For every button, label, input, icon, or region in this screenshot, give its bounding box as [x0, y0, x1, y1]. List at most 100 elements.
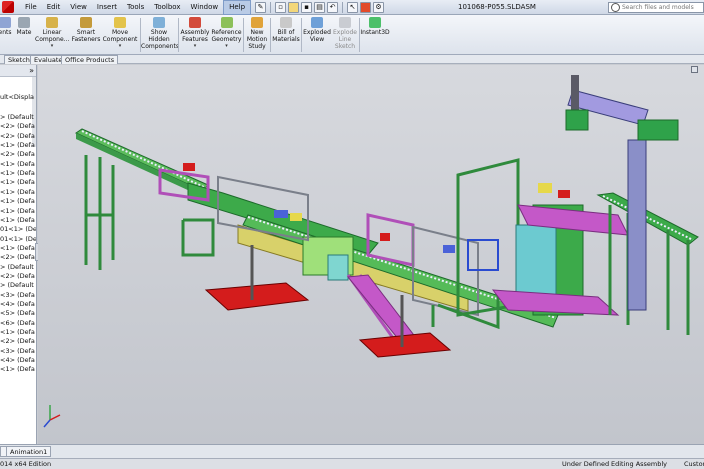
- menu-view[interactable]: View: [65, 0, 92, 15]
- red-tray-left: [204, 282, 310, 311]
- components-button[interactable]: ents: [0, 17, 13, 36]
- graphics-area[interactable]: [38, 65, 704, 444]
- main-menu: File Edit View Insert Tools Toolbox Wind…: [20, 0, 252, 15]
- exploded-view-icon: [311, 17, 323, 28]
- smart-fasteners-button[interactable]: Smart Fasteners: [71, 17, 101, 43]
- tree-component-item[interactable]: <1> (Defa: [0, 141, 35, 150]
- menu-tools[interactable]: Tools: [122, 0, 149, 15]
- ribbon-separator: [178, 18, 179, 52]
- feature-manager-tree: » ult<Displa > (Default <2> (Defa <2> (Def…: [0, 65, 37, 444]
- new-document-icon[interactable]: ▫: [275, 1, 287, 13]
- document-title: 101068-P055.SLDASM: [458, 3, 536, 11]
- tree-component-item[interactable]: <1> (Defa: [0, 160, 35, 169]
- mate-icon: [18, 17, 30, 28]
- tree-component-item[interactable]: <5> (Defa: [0, 309, 35, 318]
- linear-component-pattern-button[interactable]: Linear Compone... ▾: [35, 17, 69, 50]
- tree-component-item[interactable]: <1> (Defa: [0, 365, 35, 374]
- tree-component-item[interactable]: <1> (Defa: [0, 169, 35, 178]
- chevron-down-icon[interactable]: ▾: [180, 43, 210, 50]
- reference-geometry-icon: [220, 17, 233, 28]
- tree-configuration-item[interactable]: ult<Displa: [0, 93, 34, 102]
- tree-component-item[interactable]: <2> (Defa: [0, 150, 35, 159]
- assembly-model[interactable]: [38, 65, 704, 444]
- rebuild-icon[interactable]: [360, 1, 372, 13]
- fastener-icon: [80, 17, 92, 28]
- quick-access-toolbar: ✎ ▫ ▪ ▤ ↶ ↖ ⚙: [255, 1, 385, 13]
- bill-of-materials-button[interactable]: Bill of Materials: [272, 17, 300, 43]
- tab-office-products[interactable]: Office Products: [61, 55, 119, 64]
- select-arrow-icon[interactable]: ↖: [347, 1, 359, 13]
- left-frame: [84, 155, 115, 270]
- toolbar-separator: [270, 1, 272, 13]
- tree-component-item[interactable]: <1> (Defa: [0, 197, 35, 206]
- tree-component-item[interactable]: <1> (Defa: [0, 216, 35, 225]
- tree-component-item[interactable]: <1> (Defa: [0, 188, 35, 197]
- show-hidden-components-button[interactable]: Show Hidden Components: [141, 17, 179, 50]
- status-bar: 014 x64 Edition Under Defined Editing As…: [0, 458, 704, 469]
- status-units[interactable]: Custom: [684, 459, 704, 469]
- tree-component-item[interactable]: <2> (Defa: [0, 122, 35, 131]
- tree-component-item[interactable]: > (Default: [0, 113, 34, 122]
- move-component-button[interactable]: Move Component ▾: [102, 17, 138, 50]
- tab-animation1[interactable]: Animation1: [6, 446, 52, 457]
- menu-help[interactable]: Help: [223, 0, 252, 15]
- explode-line-icon: [339, 17, 351, 28]
- menu-file[interactable]: File: [20, 0, 42, 15]
- solidworks-logo-icon[interactable]: [2, 1, 14, 13]
- tree-component-item[interactable]: 01<1> (De: [0, 235, 36, 244]
- instant3d-button[interactable]: Instant3D: [360, 17, 390, 36]
- search-input[interactable]: [622, 4, 702, 11]
- motion-study-icon: [251, 17, 263, 28]
- linear-pattern-icon: [46, 17, 58, 28]
- tree-component-item[interactable]: <2> (Defa: [0, 132, 35, 141]
- tree-component-item[interactable]: <1> (Defa: [0, 244, 35, 253]
- tree-component-item[interactable]: <3> (Defa: [0, 347, 35, 356]
- tree-component-item[interactable]: <2> (Defa: [0, 253, 35, 262]
- red-tray-right: [358, 332, 452, 358]
- tree-component-item[interactable]: <6> (Defa: [0, 319, 35, 328]
- new-motion-study-button[interactable]: New Motion Study: [245, 17, 269, 50]
- tree-component-item[interactable]: <1> (Defa: [0, 207, 35, 216]
- tree-component-item[interactable]: <1> (Defa: [0, 328, 35, 337]
- menu-insert[interactable]: Insert: [92, 0, 122, 15]
- options-icon[interactable]: ⚙: [373, 1, 385, 13]
- tree-component-item[interactable]: <4> (Defa: [0, 300, 35, 309]
- reference-geometry-button[interactable]: Reference Geometry ▾: [211, 17, 242, 50]
- tree-component-item[interactable]: 01<1> (De: [0, 225, 36, 234]
- search-box[interactable]: [608, 2, 704, 13]
- exploded-view-button[interactable]: Exploded View: [303, 17, 331, 43]
- status-mode: Editing Assembly: [611, 460, 668, 468]
- chevron-down-icon[interactable]: ▾: [35, 43, 69, 50]
- save-icon[interactable]: ▪: [301, 1, 313, 13]
- menu-edit[interactable]: Edit: [42, 0, 66, 15]
- print-icon[interactable]: ▤: [314, 1, 326, 13]
- pin-icon[interactable]: ✎: [255, 1, 267, 13]
- command-manager: ents Mate Linear Compone... ▾ Smart Fast…: [0, 15, 704, 55]
- status-edition: 014 x64 Edition: [0, 460, 52, 468]
- instant3d-icon: [369, 17, 381, 28]
- expand-panel-icon[interactable]: »: [29, 66, 34, 76]
- explode-line-sketch-button[interactable]: Explode Line Sketch: [332, 17, 358, 50]
- tree-component-item[interactable]: <2> (Defa: [0, 337, 35, 346]
- tree-component-item[interactable]: <3> (Defa: [0, 291, 35, 300]
- tree-component-item[interactable]: <4> (Defa: [0, 356, 35, 365]
- bottom-tab-bar: Animation1: [0, 444, 704, 458]
- tree-component-item[interactable]: <2> (Defa: [0, 272, 35, 281]
- chevron-down-icon[interactable]: ▾: [211, 43, 242, 50]
- search-icon: [611, 3, 620, 12]
- toolbar-separator: [342, 1, 344, 13]
- undo-icon[interactable]: ↶: [327, 1, 339, 13]
- coordinate-triad-icon: [43, 405, 61, 428]
- menu-toolbox[interactable]: Toolbox: [149, 0, 185, 15]
- menu-window[interactable]: Window: [185, 0, 223, 15]
- mate-button[interactable]: Mate: [15, 17, 33, 36]
- panel-header: »: [0, 65, 36, 77]
- components-icon: [0, 17, 11, 28]
- tree-component-item[interactable]: <1> (Defa: [0, 178, 35, 187]
- assembly-features-button[interactable]: Assembly Features ▾: [180, 17, 210, 50]
- chevron-down-icon[interactable]: ▾: [102, 43, 138, 50]
- bom-table-icon: [280, 17, 292, 28]
- tree-component-item[interactable]: > (Default: [0, 263, 34, 272]
- open-folder-icon[interactable]: [288, 1, 300, 13]
- tree-component-item[interactable]: > (Default: [0, 281, 34, 290]
